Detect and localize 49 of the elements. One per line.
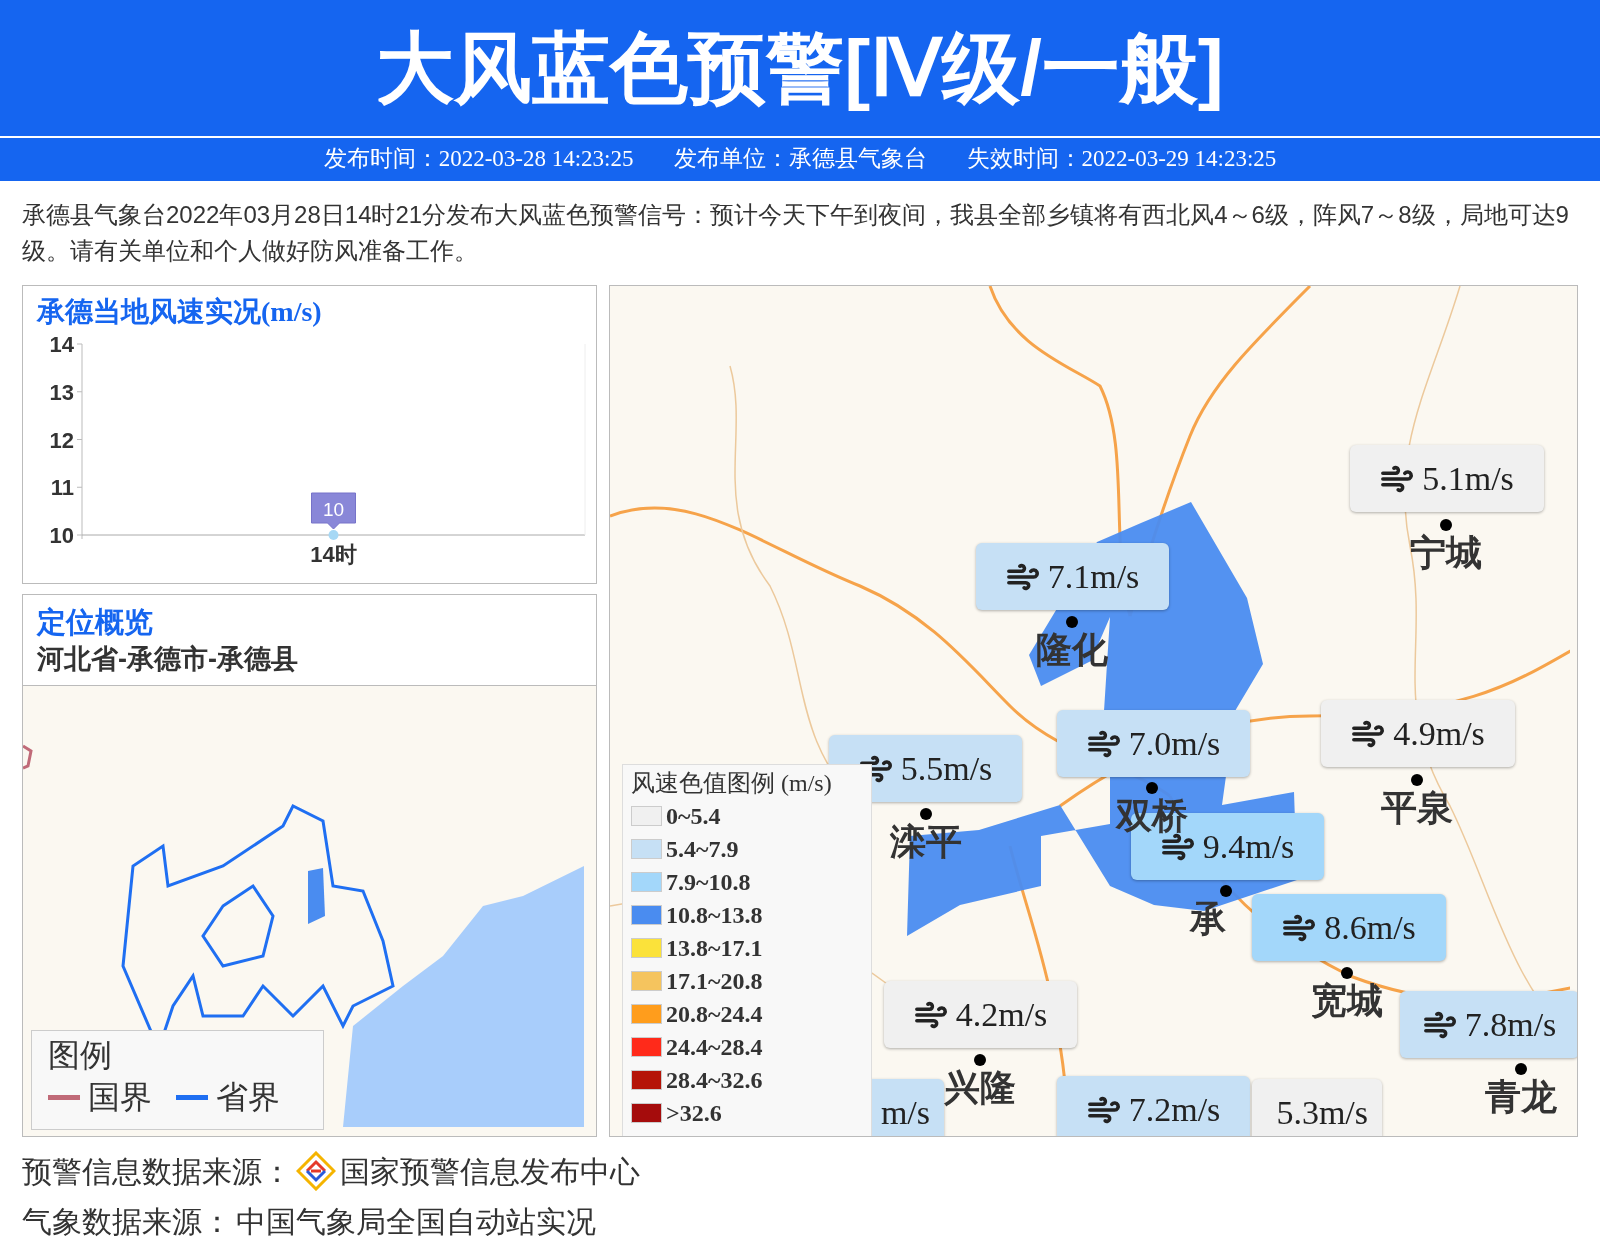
- wind-speed-label: 7.1m/s: [976, 543, 1169, 610]
- station-name: 双桥: [1116, 796, 1188, 836]
- wind-speed-label: 5.3m/s: [1252, 1079, 1382, 1136]
- location-title: 定位概览: [37, 605, 154, 640]
- legend-label: 24.4~28.4: [666, 1032, 763, 1062]
- station-name: 平泉: [1381, 788, 1453, 828]
- legend-label: 10.8~13.8: [666, 900, 763, 930]
- data-label: 10: [322, 499, 345, 520]
- legend-label: 20.8~24.4: [666, 999, 763, 1029]
- legend-label: 17.1~20.8: [666, 966, 763, 996]
- wind-speed-label: 7.8m/s: [1400, 991, 1577, 1058]
- station-name: 承: [1190, 899, 1226, 939]
- y-tick-label: 10: [49, 523, 74, 548]
- legend-label: 省界: [216, 1078, 280, 1117]
- chart-title: 承德当地风速实况(m/s): [37, 295, 323, 329]
- x-tick-label: 14时: [310, 542, 357, 567]
- source-label: 预警信息数据来源：: [22, 1153, 292, 1190]
- legend-label: 7.9~10.8: [666, 867, 751, 897]
- y-tick-label: 11: [50, 475, 74, 501]
- y-tick-label: 13: [49, 379, 74, 405]
- source-name: 中国气象局全国自动站实况: [236, 1203, 596, 1240]
- legend-label: 5.4~7.9: [666, 834, 739, 864]
- wind-speed-label: 4.9m/s: [1321, 700, 1515, 767]
- data-point: [328, 530, 339, 540]
- warning-description: 承德县气象台2022年03月28日14时21分发布大风蓝色预警信号：预计今天下午到夜间，我县全部乡镇将有西北风4～6级，阵风7～8级，局地可达9级。请有关单位和个人做好防风准备工作。: [21, 200, 1570, 266]
- y-tick-label: 12: [49, 427, 74, 453]
- wind-speed-label: 4.2m/s: [884, 981, 1077, 1048]
- legend-label: 13.8~17.1: [666, 933, 763, 963]
- wind-speed-label: 7.2m/s: [1057, 1076, 1250, 1136]
- info-text: 发布单位：承德县气象台: [673, 145, 927, 174]
- wind-speed-label: 5.1m/s: [1350, 445, 1544, 512]
- station-name: 宽城: [1311, 981, 1383, 1021]
- source-label: 气象数据来源：: [22, 1203, 232, 1240]
- data-label: 10: [311, 492, 356, 530]
- station-name: 宁城: [1410, 533, 1482, 573]
- source-name: 国家预警信息发布中心: [340, 1153, 640, 1190]
- legend-label: >32.6: [666, 1098, 722, 1128]
- wind-speed-label: 7.0m/s: [1057, 710, 1250, 777]
- station-name: 兴隆: [944, 1068, 1016, 1108]
- legend-title: 图例: [48, 1036, 113, 1075]
- y-tick-label: 14: [49, 332, 74, 357]
- location-path: 河北省-承德市-承德县: [37, 643, 299, 676]
- wind-speed-label: 8.6m/s: [1252, 894, 1446, 961]
- legend-label: 国界: [88, 1078, 152, 1117]
- legend-label: 28.4~32.6: [666, 1065, 763, 1095]
- info-text: 失效时间：2022-03-29 14:23:25: [966, 145, 1277, 174]
- info-text: 发布时间：2022-03-28 14:23:25: [323, 145, 634, 174]
- station-name: 青龙: [1485, 1077, 1557, 1117]
- legend-label: 0~5.4: [666, 801, 721, 831]
